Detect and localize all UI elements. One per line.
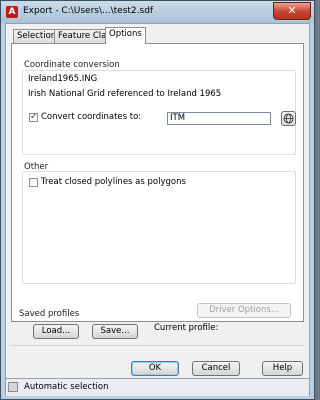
convert-coordinates-checkbox[interactable]: ✓: [29, 113, 38, 122]
title-bar[interactable]: A Export - C:\Users\...\test2.sdf ✕: [1, 1, 314, 23]
status-bar: Automatic selection: [6, 378, 309, 396]
autocad-app-icon: A: [6, 6, 18, 18]
load-profile-button[interactable]: Load...: [33, 324, 79, 339]
save-profile-button[interactable]: Save...: [92, 324, 138, 339]
coordinate-conversion-title: Coordinate conversion: [24, 60, 120, 70]
globe-icon: [283, 113, 294, 124]
status-icon: [8, 382, 18, 392]
export-dialog-window: A Export - C:\Users\...\test2.sdf ✕ Sele…: [0, 0, 315, 400]
driver-options-button[interactable]: Driver Options...: [197, 303, 291, 318]
dialog-client-area: Selection Feature Class Options Coordina…: [5, 23, 310, 396]
convert-coordinates-label: Convert coordinates to:: [41, 112, 142, 122]
status-text: Automatic selection: [24, 382, 109, 392]
help-button[interactable]: Help: [262, 361, 303, 376]
cancel-button[interactable]: Cancel: [192, 361, 240, 376]
other-group: Treat closed polylines as polygons: [22, 171, 296, 284]
tab-options[interactable]: Options: [105, 27, 146, 44]
current-profile-label: Current profile:: [154, 323, 219, 333]
options-tab-panel: Coordinate conversion Ireland1965.ING Ir…: [11, 43, 304, 322]
window-title: Export - C:\Users\...\test2.sdf: [23, 6, 154, 16]
coordinate-system-picker-button[interactable]: [281, 111, 296, 126]
target-coordinate-input[interactable]: ITM: [167, 112, 271, 125]
source-coordinate-code: Ireland1965.ING: [28, 74, 98, 84]
treat-polylines-checkbox[interactable]: [29, 178, 38, 187]
treat-polylines-label: Treat closed polylines as polygons: [41, 177, 186, 187]
ok-button[interactable]: OK: [131, 361, 179, 376]
saved-profiles-title: Saved profiles: [19, 309, 80, 319]
coordinate-conversion-group: Ireland1965.ING Irish National Grid refe…: [22, 70, 296, 155]
divider: [11, 345, 304, 346]
close-button[interactable]: ✕: [273, 2, 311, 20]
source-coordinate-description: Irish National Grid referenced to Irelan…: [28, 89, 222, 99]
